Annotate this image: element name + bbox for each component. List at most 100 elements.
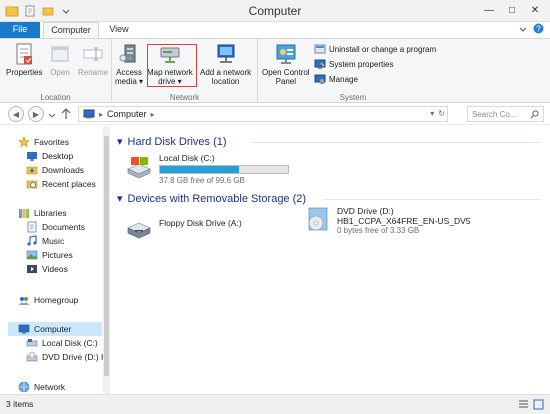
dvd-volume-label: HB1_CCPA_X64FRE_EN-US_DV5	[337, 216, 471, 226]
control-panel-icon	[276, 44, 296, 64]
forward-button[interactable]: ▶	[28, 106, 44, 122]
view-buttons	[518, 399, 544, 410]
nav-libraries[interactable]: Libraries	[18, 206, 67, 220]
local-disk-item[interactable]: Local Disk (C:) 37.8 GB free of 99.6 GB	[125, 153, 289, 186]
ribbon-tabs: File Computer View ?	[0, 22, 550, 38]
documents-icon	[27, 221, 37, 233]
nav-downloads[interactable]: Downloads	[26, 163, 84, 177]
homegroup-icon	[19, 297, 29, 305]
properties-button[interactable]: Properties	[6, 42, 42, 77]
dvd-drive-name: DVD Drive (D:)	[337, 206, 394, 216]
properties-icon	[16, 43, 33, 65]
system-group-label: System	[339, 93, 367, 102]
recent-locations-icon[interactable]	[48, 111, 56, 121]
pictures-icon	[26, 250, 38, 260]
nav-homegroup[interactable]: Homegroup	[18, 293, 78, 307]
add-network-location-button[interactable]: Add a network location	[200, 42, 251, 86]
nav-videos[interactable]: Videos	[26, 262, 68, 276]
nav-network[interactable]: Network	[18, 380, 65, 394]
search-icon	[530, 109, 539, 118]
local-disk-capacity-fill	[160, 166, 240, 173]
nav-documents[interactable]: Documents	[26, 220, 85, 234]
hard-disk-icon	[26, 339, 38, 347]
nav-scrollbar[interactable]	[103, 126, 110, 394]
search-box[interactable]: Search Co...	[467, 106, 544, 122]
floppy-drive-item[interactable]: Floppy Disk Drive (A:)	[125, 214, 242, 242]
expand-ribbon-icon[interactable]	[519, 25, 527, 35]
dvd-drive-item[interactable]: DVD Drive (D:) HB1_CCPA_X64FRE_EN-US_DV5…	[303, 206, 471, 236]
tab-view[interactable]: View	[104, 22, 134, 38]
programs-icon	[314, 44, 326, 54]
nav-pictures[interactable]: Pictures	[26, 248, 73, 262]
tab-file[interactable]: File	[0, 22, 40, 38]
close-button[interactable]: ✕	[524, 2, 546, 18]
svg-text:?: ?	[536, 24, 541, 33]
rename-button[interactable]: Rename	[78, 42, 108, 77]
status-item-count: 3 items	[6, 399, 34, 409]
large-icons-view-icon[interactable]	[533, 399, 544, 410]
local-disk-icon	[127, 157, 151, 179]
rename-icon	[83, 47, 103, 61]
access-media-button[interactable]: Access media ▾	[115, 42, 143, 86]
nav-computer[interactable]: Computer	[8, 322, 102, 336]
uninstall-program-button[interactable]: Uninstall or change a program	[314, 43, 436, 55]
manage-button[interactable]: Manage	[314, 73, 358, 85]
nav-local-disk[interactable]: Local Disk (C:)	[26, 336, 98, 350]
nav-music[interactable]: Music	[26, 234, 64, 248]
maximize-button[interactable]: □	[501, 2, 523, 18]
address-bar[interactable]: ▸ Computer ▸ ▾ ↻	[78, 106, 448, 122]
up-button[interactable]	[60, 107, 72, 123]
nav-recent-places[interactable]: Recent places	[26, 177, 96, 191]
collapse-icon[interactable]: ▾	[117, 192, 123, 205]
nav-scroll-thumb[interactable]	[104, 136, 109, 376]
section-divider	[251, 142, 541, 143]
address-row: ◀ ▶ ▸ Computer ▸ ▾ ↻ Search Co...	[0, 103, 550, 125]
media-server-icon	[119, 44, 136, 63]
collapse-icon[interactable]: ▾	[117, 135, 123, 148]
minimize-button[interactable]: —	[478, 2, 500, 18]
network-icon	[18, 381, 30, 393]
desktop-icon	[27, 152, 37, 161]
open-button[interactable]: Open	[48, 42, 72, 77]
nav-desktop[interactable]: Desktop	[26, 149, 73, 163]
computer-icon	[83, 109, 95, 119]
ribbon-group-location: Properties Open Rename Location	[0, 39, 112, 103]
local-disk-free: 37.8 GB free of 99.6 GB	[159, 176, 245, 185]
title-bar: Computer — □ ✕	[0, 0, 550, 22]
network-group-label: Network	[169, 93, 200, 102]
dvd-free: 0 bytes free of 3.33 GB	[337, 226, 420, 235]
hdd-section-header[interactable]: ▾ Hard Disk Drives (1)	[117, 135, 227, 149]
address-dropdown-icon[interactable]: ▾	[430, 109, 434, 118]
window-controls: — □ ✕	[478, 2, 546, 18]
help-icon[interactable]: ?	[533, 23, 544, 36]
window-title: Computer	[248, 4, 302, 18]
dvd-disc-icon	[308, 207, 328, 231]
breadcrumb-chevron-icon[interactable]: ▸	[151, 110, 155, 119]
refresh-icon[interactable]: ↻	[438, 109, 445, 118]
star-icon	[18, 136, 30, 148]
network-location-icon	[217, 44, 235, 63]
back-button[interactable]: ◀	[8, 106, 24, 122]
map-network-drive-highlight	[147, 44, 197, 87]
open-control-panel-button[interactable]: Open Control Panel	[262, 42, 310, 86]
section-divider	[323, 199, 541, 200]
search-input[interactable]: Search Co...	[472, 110, 516, 119]
location-group-label: Location	[40, 93, 71, 102]
local-disk-name: Local Disk (C:)	[159, 153, 215, 163]
computer-icon	[18, 324, 30, 334]
libraries-icon	[19, 209, 29, 218]
breadcrumb-computer[interactable]: Computer	[107, 109, 147, 119]
recent-places-icon	[26, 180, 38, 189]
details-view-icon[interactable]	[518, 399, 529, 410]
address-actions: ▾ ↻	[430, 109, 445, 118]
open-icon	[51, 46, 69, 62]
music-icon	[27, 235, 37, 246]
removable-section-header[interactable]: ▾ Devices with Removable Storage (2)	[117, 192, 306, 206]
tab-computer[interactable]: Computer	[43, 22, 99, 38]
system-properties-button[interactable]: System properties	[314, 58, 393, 70]
nav-favorites[interactable]: Favorites	[18, 135, 69, 149]
nav-dvd-drive[interactable]: DVD Drive (D:) HI	[26, 350, 110, 364]
breadcrumb-separator-icon[interactable]: ▸	[99, 110, 103, 119]
local-disk-capacity-bar	[159, 165, 289, 174]
dvd-drive-icon	[26, 351, 38, 362]
